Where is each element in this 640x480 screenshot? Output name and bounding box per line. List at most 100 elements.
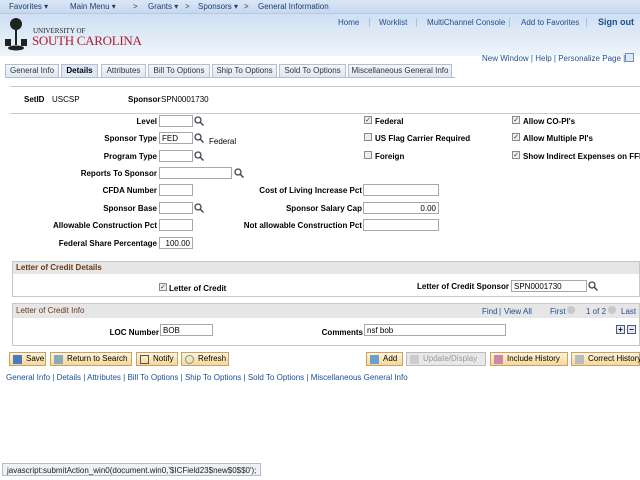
loc-sponsor-label: Letter of Credit Sponsor: [416, 282, 509, 291]
correct-history-button[interactable]: Correct History: [571, 352, 640, 366]
add-icon: [370, 355, 379, 364]
tab-attributes[interactable]: Attributes: [101, 64, 146, 77]
tab-general-info[interactable]: General Info: [5, 64, 59, 77]
not-allowable-construction-pct-input[interactable]: [363, 219, 439, 231]
add-row-icon[interactable]: +: [616, 325, 625, 334]
lookup-icon[interactable]: [194, 133, 204, 143]
include-history-icon: [494, 355, 503, 364]
sponsor-value: SPN0001730: [161, 95, 209, 104]
allow-co-pis-checkbox[interactable]: ✓: [512, 116, 520, 124]
link-general-info[interactable]: General Info: [6, 373, 50, 382]
allowable-construction-pct-input[interactable]: [159, 219, 193, 231]
allow-multiple-pis-checkbox[interactable]: ✓: [512, 133, 520, 141]
sign-out-link[interactable]: Sign out: [598, 17, 634, 27]
setid-label: SetID: [24, 95, 45, 104]
federal-checkbox[interactable]: ✓: [364, 116, 372, 124]
notify-icon: [140, 355, 149, 364]
bottom-page-links: General Info | Details | Attributes | Bi…: [6, 373, 408, 382]
lookup-icon[interactable]: [194, 116, 204, 126]
help-link[interactable]: Help: [535, 54, 551, 63]
letter-of-credit-checkbox[interactable]: ✓: [159, 283, 167, 291]
save-button[interactable]: Save: [9, 352, 46, 366]
next-icon[interactable]: [608, 306, 616, 314]
delete-row-icon[interactable]: −: [627, 325, 636, 334]
foreign-checkbox[interactable]: [364, 151, 372, 159]
palmetto-logo-icon: [4, 17, 28, 51]
lookup-icon[interactable]: [194, 203, 204, 213]
refresh-button[interactable]: Refresh: [181, 352, 229, 366]
nav-general-information[interactable]: General Information: [258, 2, 329, 11]
cfda-number-label: CFDA Number: [102, 186, 157, 195]
previous-icon[interactable]: [567, 306, 575, 314]
federal-share-percentage-label: Federal Share Percentage: [58, 239, 157, 248]
loc-number-label: LOC Number: [109, 328, 159, 337]
program-type-label: Program Type: [103, 152, 157, 161]
add-to-favorites-link[interactable]: Add to Favorites: [521, 18, 579, 27]
update-icon: [410, 355, 419, 364]
loc-sponsor-input[interactable]: SPN0001730: [511, 280, 587, 292]
find-link[interactable]: Find: [482, 307, 498, 316]
home-link[interactable]: Home: [338, 18, 359, 27]
top-nav-bar: Favorites ▾ Main Menu ▾ > Grants ▾ > Spo…: [0, 0, 640, 14]
nav-separator: >: [133, 2, 138, 11]
sponsor-salary-cap-label: Sponsor Salary Cap: [285, 204, 362, 213]
personalize-page-link[interactable]: Personalize Page: [558, 54, 621, 63]
view-all-link[interactable]: View All: [504, 307, 532, 316]
nav-favorites[interactable]: Favorites ▾: [9, 2, 48, 11]
add-button[interactable]: Add: [366, 352, 403, 366]
reports-to-sponsor-label: Reports To Sponsor: [80, 169, 157, 178]
sponsor-base-label: Sponsor Base: [103, 204, 157, 213]
allow-co-pis-label: Allow CO-PI's: [523, 117, 576, 126]
return-icon: [54, 355, 63, 364]
cost-of-living-increase-pct-input[interactable]: [363, 184, 439, 196]
nav-sponsors[interactable]: Sponsors ▾: [198, 2, 238, 11]
include-history-button[interactable]: Include History: [490, 352, 568, 366]
grid-icon[interactable]: [625, 53, 634, 62]
link-attributes[interactable]: Attributes: [87, 373, 121, 382]
program-type-input[interactable]: [159, 150, 193, 162]
sponsor-base-input[interactable]: [159, 202, 193, 214]
lookup-icon[interactable]: [234, 168, 244, 178]
last-link[interactable]: Last: [621, 307, 636, 316]
link-bill-to-options[interactable]: Bill To Options: [127, 373, 178, 382]
reports-to-sponsor-input[interactable]: [159, 167, 232, 179]
return-to-search-button[interactable]: Return to Search: [50, 352, 132, 366]
show-indirect-expenses-checkbox[interactable]: ✓: [512, 151, 520, 159]
comments-input[interactable]: nsf bob: [364, 324, 506, 336]
sponsor-salary-cap-input[interactable]: 0.00: [363, 202, 439, 214]
lookup-icon[interactable]: [588, 281, 598, 291]
tab-miscellaneous-general-info[interactable]: Miscellaneous General Info: [348, 64, 452, 77]
tab-bill-to-options[interactable]: Bill To Options: [148, 64, 210, 77]
link-ship-to-options[interactable]: Ship To Options: [185, 373, 241, 382]
link-sold-to-options[interactable]: Sold To Options: [248, 373, 304, 382]
new-window-link[interactable]: New Window: [482, 54, 529, 63]
nav-main-menu[interactable]: Main Menu ▾: [70, 2, 116, 11]
loc-number-input[interactable]: BOB: [160, 324, 213, 336]
tab-sold-to-options[interactable]: Sold To Options: [279, 64, 346, 77]
sponsor-type-input[interactable]: FED: [159, 132, 193, 144]
allow-multiple-pis-label: Allow Multiple PI's: [523, 134, 593, 143]
lookup-icon[interactable]: [194, 151, 204, 161]
sponsor-type-label: Sponsor Type: [104, 134, 157, 143]
cfda-number-input[interactable]: [159, 184, 193, 196]
link-details[interactable]: Details: [57, 373, 81, 382]
allowable-construction-pct-label: Allowable Construction Pct: [52, 221, 157, 230]
foreign-label: Foreign: [375, 152, 405, 161]
nav-separator: >: [185, 2, 190, 11]
header: UNIVERSITY OF SOUTH CAROLINA Home Workli…: [0, 14, 640, 56]
federal-share-percentage-input[interactable]: 100.00: [159, 237, 193, 249]
level-input[interactable]: [159, 115, 193, 127]
update-display-button[interactable]: Update/Display: [406, 352, 486, 366]
notify-button[interactable]: Notify: [136, 352, 178, 366]
tab-ship-to-options[interactable]: Ship To Options: [212, 64, 277, 77]
us-flag-carrier-checkbox[interactable]: [364, 133, 372, 141]
link-misc-general-info[interactable]: Miscellaneous General Info: [311, 373, 408, 382]
comments-label: Comments: [321, 328, 363, 337]
worklist-link[interactable]: Worklist: [379, 18, 407, 27]
first-link[interactable]: First: [550, 307, 566, 316]
tab-details[interactable]: Details: [61, 64, 98, 77]
setid-value: USCSP: [52, 95, 80, 104]
nav-grants[interactable]: Grants ▾: [148, 2, 178, 11]
nav-separator: >: [244, 2, 249, 11]
multichannel-console-link[interactable]: MultiChannel Console: [427, 18, 505, 27]
